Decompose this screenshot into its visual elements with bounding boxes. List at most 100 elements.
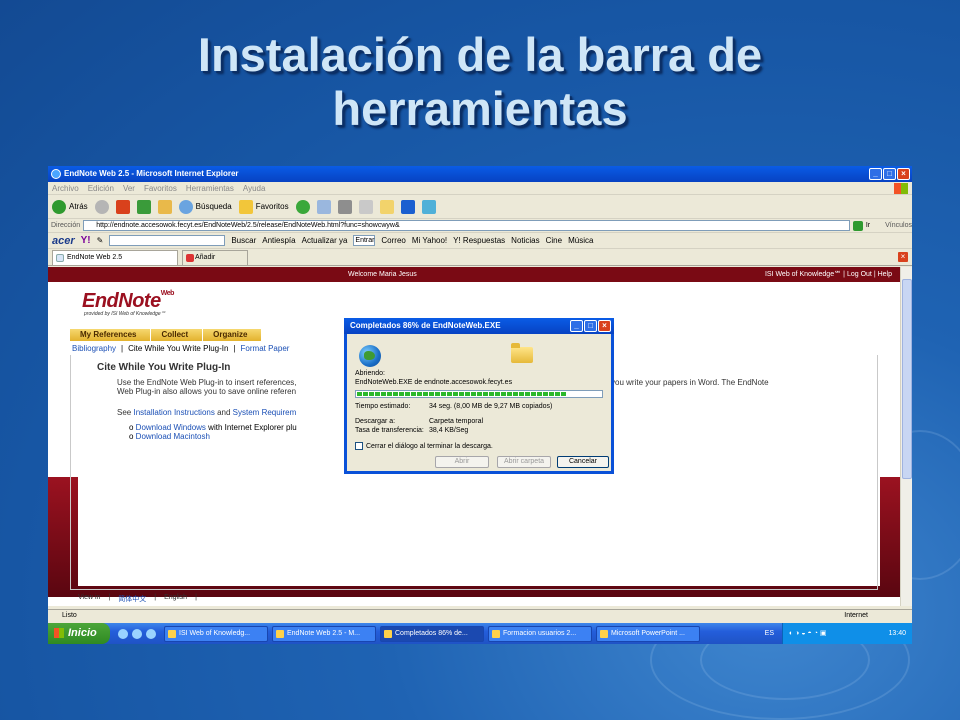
folder-icon[interactable] — [379, 199, 394, 214]
menu-archivo[interactable]: Archivo — [52, 182, 79, 194]
open-button[interactable]: Abrir — [435, 456, 489, 468]
cancel-button[interactable]: Cancelar — [557, 456, 609, 468]
close-tab-button[interactable]: × — [898, 252, 908, 262]
language-bar: View in | 简体中文 | English | — [78, 594, 197, 604]
messenger-icon[interactable] — [421, 199, 436, 214]
entrar-select[interactable]: Entrar — [353, 235, 376, 246]
plus-icon — [186, 254, 194, 262]
subnav-cwyw[interactable]: Cite While You Write Plug-In — [128, 343, 228, 355]
tray-icons[interactable]: ◐ ◑ ◒ ◓ ◔ ▣ — [789, 630, 826, 637]
isi-link[interactable]: ISI Web of Knowledge℠ — [765, 271, 841, 278]
start-button[interactable]: Inicio — [48, 623, 110, 644]
links-label[interactable]: Vínculos — [885, 222, 912, 229]
back-button[interactable]: Atrás — [52, 199, 88, 214]
installation-link[interactable]: Installation Instructions — [133, 408, 214, 417]
mail-icon[interactable] — [316, 199, 331, 214]
yahoo-search-input[interactable] — [109, 235, 226, 246]
download-windows-link[interactable]: Download Windows — [136, 423, 206, 432]
lang-english[interactable]: English — [164, 594, 187, 604]
maximize-button[interactable]: □ — [883, 168, 896, 180]
cine-button[interactable]: Cine — [546, 236, 562, 245]
rate-label: Tasa de transferencia: — [355, 427, 424, 434]
history-icon[interactable] — [295, 199, 310, 214]
edit-icon[interactable] — [358, 199, 373, 214]
tab-collect[interactable]: Collect — [151, 329, 204, 341]
tab-endnote[interactable]: EndNote Web 2.5 — [52, 250, 178, 265]
tab-my-references[interactable]: My References — [70, 329, 152, 341]
noticias-button[interactable]: Noticias — [511, 236, 539, 245]
para1-b: you write your papers in Word. The EndNo… — [611, 378, 769, 387]
minimize-button[interactable]: _ — [869, 168, 882, 180]
quick-launch-icon[interactable] — [132, 628, 142, 639]
search-button[interactable]: Búsqueda — [178, 199, 232, 214]
tab-organize[interactable]: Organize — [203, 329, 263, 341]
help-link[interactable]: Help — [878, 271, 892, 278]
menu-ayuda[interactable]: Ayuda — [243, 182, 266, 194]
dialog-close-button[interactable]: × — [598, 320, 611, 332]
tab-add-new[interactable]: Añadir pestaña — [182, 250, 248, 275]
back-label: Atrás — [69, 202, 88, 211]
language-indicator[interactable]: ES — [765, 623, 774, 644]
menu-edicion[interactable]: Edición — [88, 182, 114, 194]
dialog-minimize-button[interactable]: _ — [570, 320, 583, 332]
close-on-finish-checkbox[interactable] — [355, 442, 363, 450]
forward-button[interactable] — [94, 199, 109, 214]
musica-button[interactable]: Música — [568, 236, 593, 245]
dialog-title: Completados 86% de EndNoteWeb.EXE — [350, 321, 501, 330]
dialog-title-bar: Completados 86% de EndNoteWeb.EXE _ □ × — [344, 318, 614, 334]
acer-logo[interactable]: acer — [52, 235, 75, 247]
go-arrow-icon[interactable] — [852, 220, 863, 231]
slide-title-line1: Instalación de la barra de — [197, 28, 763, 81]
yahoo-logo[interactable]: Y! — [81, 235, 91, 246]
main-nav: My References Collect Organize — [70, 329, 263, 341]
quick-launch-icon[interactable] — [146, 628, 156, 639]
favorites-button[interactable]: Favoritos — [238, 199, 289, 214]
respuestas-button[interactable]: Y! Respuestas — [453, 236, 505, 245]
dialog-window-controls: _ □ × — [570, 320, 611, 332]
open-folder-button[interactable]: Abrir carpeta — [497, 456, 551, 468]
scroll-thumb[interactable] — [902, 279, 912, 479]
home-icon[interactable] — [157, 199, 172, 214]
taskbar-item[interactable]: Completados 86% de... — [380, 625, 484, 642]
dialog-maximize-button[interactable]: □ — [584, 320, 597, 332]
progress-fill — [357, 392, 567, 396]
go-label[interactable]: Ir — [866, 222, 870, 229]
print-icon[interactable] — [337, 199, 352, 214]
back-arrow-icon — [52, 199, 66, 214]
menu-favoritos[interactable]: Favoritos — [144, 182, 177, 194]
subnav-format-paper[interactable]: Format Paper — [241, 343, 290, 355]
status-bar: Listo Internet — [48, 609, 912, 622]
antiespia-button[interactable]: Antiespía — [262, 236, 295, 245]
globe-icon — [359, 345, 381, 367]
vertical-scrollbar[interactable] — [900, 267, 912, 606]
pencil-icon[interactable]: ✎ — [97, 236, 104, 245]
taskbar-item[interactable]: Microsoft PowerPoint ... — [596, 625, 700, 642]
lang-chinese[interactable]: 简体中文 — [118, 594, 146, 604]
download-mac-link[interactable]: Download Macintosh — [136, 432, 210, 441]
search-web-button[interactable]: Buscar — [231, 236, 256, 245]
address-input[interactable]: http://endnote.accesowok.fecyt.es/EndNot… — [83, 220, 850, 231]
taskbar-item[interactable]: EndNote Web 2.5 - M... — [272, 625, 376, 642]
system-req-link[interactable]: System Requirem — [233, 408, 297, 417]
list-item: o Download Macintosh — [129, 432, 210, 441]
logout-link[interactable]: Log Out — [847, 271, 872, 278]
taskbar-item[interactable]: Formacion usuarios 2... — [488, 625, 592, 642]
menu-ver[interactable]: Ver — [123, 182, 135, 194]
correo-button[interactable]: Correo — [381, 236, 405, 245]
menu-herramientas[interactable]: Herramientas — [186, 182, 234, 194]
subnav-bibliography[interactable]: Bibliography — [72, 343, 116, 355]
see-line: See Installation Instructions and System… — [117, 408, 296, 417]
bluetooth-icon[interactable] — [400, 199, 415, 214]
sub-nav: Bibliography | Cite While You Write Plug… — [72, 343, 290, 355]
view-in-label: View in — [78, 594, 101, 601]
mi-yahoo-button[interactable]: Mi Yahoo! — [412, 236, 447, 245]
update-button[interactable]: Actualizar ya — [302, 236, 348, 245]
stop-icon[interactable] — [115, 199, 130, 214]
quick-launch-icon[interactable] — [118, 628, 128, 639]
refresh-icon[interactable] — [136, 199, 151, 214]
acer-yahoo-toolbar: acer Y! ✎ Buscar Antiespía Actualizar ya… — [48, 233, 912, 249]
taskbar-item[interactable]: ISI Web of Knowledg... — [164, 625, 268, 642]
star-icon — [238, 199, 253, 214]
close-button[interactable]: × — [897, 168, 910, 180]
close-on-finish-label[interactable]: Cerrar el diálogo al terminar la descarg… — [366, 443, 493, 451]
